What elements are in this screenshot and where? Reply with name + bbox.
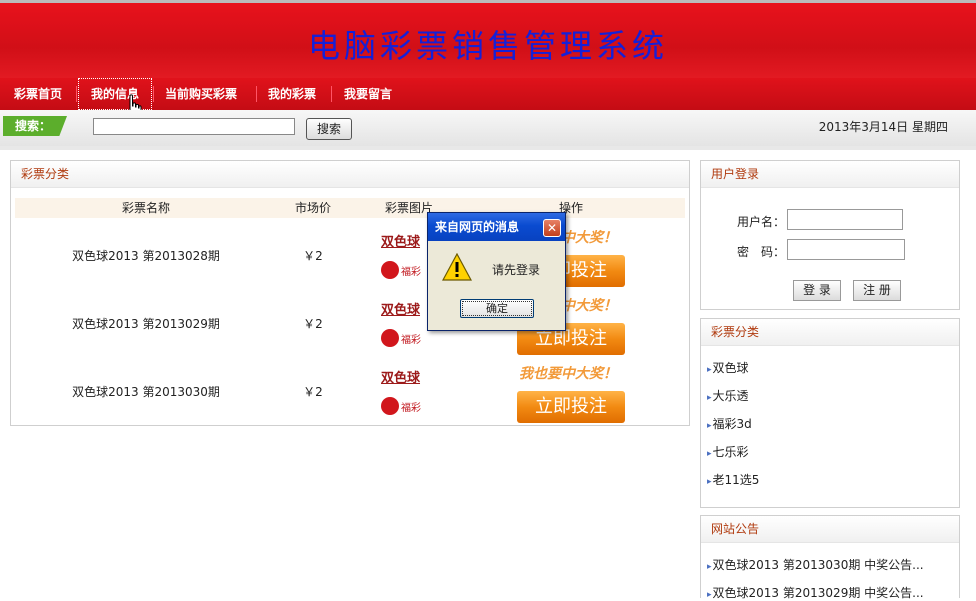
bullet-arrow-icon: ▸ (707, 365, 712, 375)
category-label: 老11选5 (712, 473, 760, 487)
category-label: 七乐彩 (712, 445, 749, 459)
lottery-image-sub: 福彩 (401, 267, 421, 278)
nav-my-lottery[interactable]: 我的彩票 (256, 78, 328, 110)
column-header-name: 彩票名称 (121, 201, 170, 215)
nav-current-lottery[interactable]: 当前购买彩票 (153, 78, 249, 110)
warning-icon (442, 253, 472, 281)
lottery-image-sub: 福彩 (401, 403, 421, 414)
panel-title: 彩票分类 (701, 319, 959, 346)
bullet-arrow-icon: ▸ (707, 393, 712, 403)
row-name: 双色球2013 第2013028期 (72, 249, 220, 263)
bet-now-button[interactable]: 立即投注 (517, 391, 625, 423)
panel-title: 网站公告 (701, 516, 959, 543)
close-icon[interactable]: ✕ (543, 219, 561, 237)
row-price: ￥2 (303, 385, 323, 399)
search-input[interactable] (93, 118, 295, 135)
notice-label: 双色球2013 第2013030期 中奖公告... (712, 558, 924, 572)
category-panel: 彩票分类 ▸双色球 ▸大乐透 ▸福彩3d ▸七乐彩 ▸老11选5 (700, 318, 960, 508)
login-button[interactable]: 登 录 (793, 280, 841, 301)
panel-title: 彩票分类 (11, 161, 689, 188)
notice-item[interactable]: ▸双色球2013 第2013030期 中奖公告... (707, 556, 924, 573)
notice-panel: 网站公告 ▸双色球2013 第2013030期 中奖公告... ▸双色球2013… (700, 515, 960, 601)
category-item[interactable]: ▸老11选5 (707, 471, 759, 488)
nav-leave-message[interactable]: 我要留言 (332, 78, 404, 110)
dialog-message: 请先登录 (492, 263, 541, 277)
username-label: 用户名： (737, 215, 786, 229)
bullet-arrow-icon: ▸ (707, 449, 712, 459)
username-field[interactable] (787, 209, 903, 230)
alert-dialog: 来自网页的消息 ✕ 请先登录 确定 (427, 212, 566, 331)
row-name: 双色球2013 第2013029期 (72, 317, 220, 331)
category-label: 双色球 (712, 361, 749, 375)
header-banner: 电脑彩票销售管理系统 (0, 0, 976, 78)
login-panel: 用户登录 用户名： 密 码： 登 录 注 册 (700, 160, 960, 310)
bullet-arrow-icon: ▸ (707, 562, 712, 572)
category-label: 福彩3d (712, 417, 752, 431)
main-nav: 彩票首页 我的信息 当前购买彩票 我的彩票 我要留言 (0, 78, 976, 110)
lottery-image[interactable]: 双色球 福彩 (379, 365, 429, 423)
notice-item[interactable]: ▸双色球2013 第2013029期 中奖公告... (707, 584, 924, 601)
category-item[interactable]: ▸福彩3d (707, 415, 752, 432)
row-price: ￥2 (303, 317, 323, 331)
lottery-image-title: 双色球 (381, 303, 421, 318)
bet-banner: 我也要中大奖！ 立即投注 (509, 363, 641, 425)
lottery-image[interactable]: 双色球 福彩 (379, 229, 429, 287)
search-bar: 搜索： 搜索 2013年3月14日 星期四 (0, 110, 976, 150)
welfare-lottery-logo-icon (381, 397, 399, 415)
panel-title: 用户登录 (701, 161, 959, 188)
bet-slogan: 我也要中大奖！ (519, 366, 617, 382)
welfare-lottery-logo-icon (381, 329, 399, 347)
welfare-lottery-logo-icon (381, 261, 399, 279)
bullet-arrow-icon: ▸ (707, 477, 712, 487)
row-price: ￥2 (303, 249, 323, 263)
lottery-image-title: 双色球 (381, 371, 421, 386)
row-name: 双色球2013 第2013030期 (72, 385, 220, 399)
category-item[interactable]: ▸双色球 (707, 359, 749, 376)
password-label: 密 码： (737, 245, 786, 259)
lottery-image-sub: 福彩 (401, 335, 421, 346)
category-label: 大乐透 (712, 389, 749, 403)
nav-home[interactable]: 彩票首页 (2, 78, 74, 110)
search-button[interactable]: 搜索 (306, 118, 352, 140)
lottery-list-panel: 彩票分类 彩票名称 市场价 彩票图片 操作 双色球2013 第2013028期 … (10, 160, 690, 426)
register-button[interactable]: 注 册 (853, 280, 901, 301)
bullet-arrow-icon: ▸ (707, 590, 712, 600)
lottery-image-title: 双色球 (381, 235, 421, 250)
password-field[interactable] (787, 239, 905, 260)
site-title: 电脑彩票销售管理系统 (307, 27, 668, 65)
bullet-arrow-icon: ▸ (707, 421, 712, 431)
category-item[interactable]: ▸大乐透 (707, 387, 749, 404)
current-date: 2013年3月14日 星期四 (818, 120, 948, 134)
category-item[interactable]: ▸七乐彩 (707, 443, 749, 460)
search-label: 搜索： (3, 116, 67, 136)
column-header-price: 市场价 (294, 201, 331, 215)
ok-button[interactable]: 确定 (460, 299, 534, 318)
nav-separator (76, 86, 77, 102)
lottery-image[interactable]: 双色球 福彩 (379, 297, 429, 355)
